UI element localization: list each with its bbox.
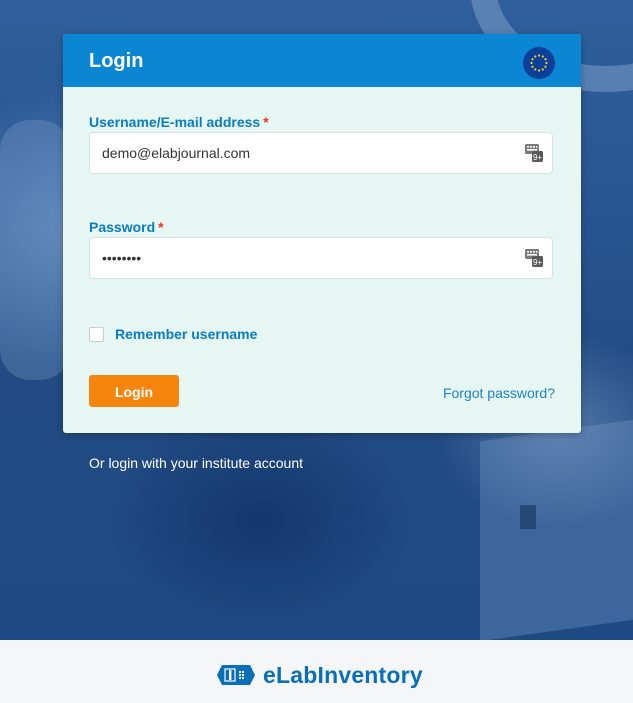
background-shape (0, 120, 70, 380)
remember-username-label[interactable]: Remember username (115, 326, 257, 342)
login-page: Login Username/E-mail address * demo@ela… (0, 0, 633, 703)
login-button[interactable]: Login (89, 375, 179, 407)
background-shape (480, 418, 633, 640)
login-card: Login Username/E-mail address * demo@ela… (63, 34, 581, 433)
username-label: Username/E-mail address * (89, 114, 269, 130)
footer: eLabInventory (0, 640, 633, 703)
brand-name: eLabInventory (263, 661, 423, 688)
keyboard-icon[interactable]: 9+ (525, 144, 543, 162)
required-mark: * (263, 114, 269, 130)
login-title: Login (89, 50, 144, 72)
required-mark: * (158, 219, 164, 235)
institute-login-link[interactable]: Or login with your institute account (89, 455, 303, 471)
eu-flag-icon[interactable] (523, 47, 555, 79)
background-shape (520, 505, 536, 529)
brand: eLabInventory (216, 662, 423, 688)
password-field: 9+ (89, 237, 553, 279)
keyboard-icon[interactable]: 9+ (525, 249, 543, 267)
svg-text:9+: 9+ (533, 258, 542, 267)
username-label-text: Username/E-mail address (89, 114, 261, 130)
username-input[interactable] (102, 133, 502, 173)
remember-username-checkbox[interactable] (89, 326, 104, 342)
remember-username-row: Remember username (89, 325, 257, 343)
password-label-text: Password (89, 219, 156, 235)
svg-text:9+: 9+ (533, 153, 542, 162)
password-label: Password * (89, 219, 164, 235)
forgot-password-link[interactable]: Forgot password? (443, 385, 555, 401)
login-card-header: Login (63, 34, 581, 87)
elab-logo-icon (217, 665, 255, 685)
username-field: 9+ (89, 132, 553, 174)
password-input[interactable] (102, 238, 502, 278)
